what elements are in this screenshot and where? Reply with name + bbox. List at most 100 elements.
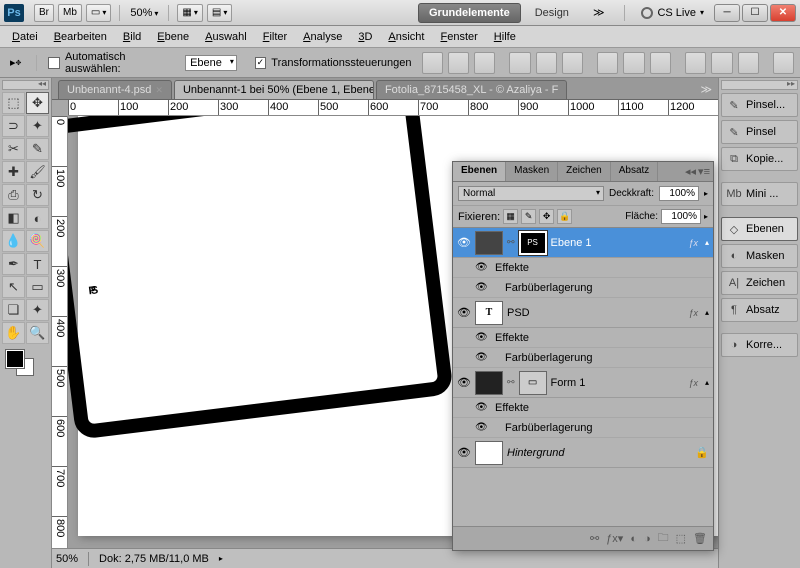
layer-row[interactable]: 👁⚯PSEbene 1ƒx▴ [453, 228, 713, 258]
tool-type[interactable]: T [26, 253, 49, 275]
panel-tab-zeichen[interactable]: Zeichen [558, 162, 611, 181]
doc-tab[interactable]: Unbenannt-4.psd✕ [58, 80, 172, 99]
delete-icon[interactable]: 🗑 [693, 532, 707, 545]
workspace-more[interactable]: ≫ [583, 3, 615, 22]
transform-checkbox[interactable]: ✓ [255, 57, 267, 69]
effects-row[interactable]: 👁Effekte [453, 398, 713, 418]
layer-row[interactable]: 👁TPSDƒx▴ [453, 298, 713, 328]
visibility-icon[interactable]: 👁 [475, 262, 489, 273]
tool-3dcam[interactable]: ✦ [26, 299, 49, 321]
current-tool-icon[interactable]: ▸✥ [6, 53, 25, 73]
tool-3d[interactable]: ❏ [2, 299, 25, 321]
menu-datei[interactable]: Datei [4, 29, 46, 45]
panel-btn-pinsel[interactable]: ✎Pinsel... [721, 93, 798, 117]
tool-gradient[interactable]: ◐ [26, 207, 49, 229]
panel-btn-ebenen[interactable]: ◇Ebenen [721, 217, 798, 241]
minimize-button[interactable]: ─ [714, 4, 740, 22]
menu-auswahl[interactable]: Auswahl [197, 29, 255, 45]
panel-tab-ebenen[interactable]: Ebenen [453, 162, 506, 181]
right-panel-collapse[interactable] [721, 80, 798, 90]
effect-item[interactable]: 👁Farbüberlagerung [453, 348, 713, 368]
tool-move[interactable]: ✥ [26, 92, 49, 114]
dist-btn-4[interactable] [685, 52, 706, 74]
menu-bearbeiten[interactable]: Bearbeiten [46, 29, 115, 45]
tool-stamp[interactable]: ⎙ [2, 184, 25, 206]
fx-icon[interactable]: ƒx▾ [606, 532, 623, 545]
visibility-icon[interactable]: 👁 [475, 332, 489, 343]
fx-badge[interactable]: ƒx [688, 378, 698, 388]
tool-path[interactable]: ↖ [2, 276, 25, 298]
cslive-btn[interactable]: CS Live ▾ [641, 7, 704, 19]
toolbox-collapse[interactable] [2, 80, 49, 90]
lock-position-icon[interactable]: ✥ [539, 209, 554, 224]
auto-align-btn[interactable] [773, 52, 794, 74]
panel-btn-mini[interactable]: MbMini ... [721, 182, 798, 206]
minibridge-btn[interactable]: Mb [58, 4, 82, 22]
workspace-active[interactable]: Grundelemente [418, 3, 521, 23]
tool-shape[interactable]: ▭ [26, 276, 49, 298]
menu-ebene[interactable]: Ebene [149, 29, 197, 45]
panel-btn-absatz[interactable]: ¶Absatz [721, 298, 798, 322]
tool-hand[interactable]: ✋ [2, 322, 25, 344]
tool-wand[interactable]: ✦ [26, 115, 49, 137]
layer-name[interactable]: Form 1 [551, 377, 685, 389]
status-doc[interactable]: Dok: 2,75 MB/11,0 MB [99, 553, 209, 565]
visibility-icon[interactable]: 👁 [475, 352, 489, 363]
panel-tab-masken[interactable]: Masken [506, 162, 558, 181]
tool-brush[interactable]: 🖌 [26, 161, 49, 183]
maximize-button[interactable]: ☐ [742, 4, 768, 22]
layer-row[interactable]: 👁Hintergrund🔒 [453, 438, 713, 468]
arrange-btn[interactable]: ▦ [177, 4, 202, 22]
tool-zoom[interactable]: 🔍 [26, 322, 49, 344]
foreground-swatch[interactable] [6, 350, 24, 368]
dist-btn-5[interactable] [711, 52, 732, 74]
color-swatches[interactable] [2, 350, 49, 382]
status-zoom[interactable]: 50% [56, 553, 78, 565]
tab-close-icon[interactable]: ✕ [155, 85, 163, 96]
visibility-icon[interactable]: 👁 [457, 376, 471, 389]
lock-all-icon[interactable]: 🔒 [557, 209, 572, 224]
layer-row[interactable]: 👁⚯▭Form 1ƒx▴ [453, 368, 713, 398]
lock-paint-icon[interactable]: ✎ [521, 209, 536, 224]
menu-hilfe[interactable]: Hilfe [486, 29, 524, 45]
fill-input[interactable]: 100% [661, 209, 701, 224]
align-btn-3[interactable] [474, 52, 495, 74]
bridge-btn[interactable]: Br [34, 4, 54, 22]
dist-btn-6[interactable] [738, 52, 759, 74]
fx-badge[interactable]: ƒx [688, 308, 698, 318]
panel-collapse-icon[interactable]: ◂◂ [685, 165, 696, 178]
dist-btn-1[interactable] [597, 52, 618, 74]
panel-menu-icon[interactable]: ▾≡ [698, 165, 710, 178]
align-btn-6[interactable] [562, 52, 583, 74]
new-layer-icon[interactable]: ⬚ [676, 532, 686, 545]
fx-badge[interactable]: ƒx [688, 238, 698, 248]
tool-history[interactable]: ↻ [26, 184, 49, 206]
tool-blur[interactable]: 💧 [2, 230, 25, 252]
tool-eyedropper[interactable]: ✎ [26, 138, 49, 160]
tool-lasso[interactable]: ⊃ [2, 115, 25, 137]
auto-select-checkbox[interactable] [48, 57, 60, 69]
doc-tab[interactable]: Fotolia_8715458_XL - © Azaliya - F [376, 80, 567, 99]
layer-name[interactable]: Hintergrund [507, 447, 691, 459]
tool-dodge[interactable]: 🍭 [26, 230, 49, 252]
link-layers-icon[interactable]: ⚯ [590, 532, 599, 545]
visibility-icon[interactable]: 👁 [457, 446, 471, 459]
lock-transparency-icon[interactable]: ▦ [503, 209, 518, 224]
visibility-icon[interactable]: 👁 [475, 282, 489, 293]
blend-mode-dropdown[interactable]: Normal [458, 186, 604, 201]
menu-bild[interactable]: Bild [115, 29, 149, 45]
align-btn-1[interactable] [422, 52, 443, 74]
align-btn-2[interactable] [448, 52, 469, 74]
visibility-icon[interactable]: 👁 [475, 402, 489, 413]
tool-pen[interactable]: ✒ [2, 253, 25, 275]
visibility-icon[interactable]: 👁 [475, 422, 489, 433]
screen-mode-btn[interactable]: ▭ [86, 4, 111, 22]
close-button[interactable]: ✕ [770, 4, 796, 22]
tabs-overflow[interactable]: ≫ [694, 80, 718, 99]
menu-filter[interactable]: Filter [255, 29, 295, 45]
menu-fenster[interactable]: Fenster [432, 29, 485, 45]
tool-heal[interactable]: ✚ [2, 161, 25, 183]
menu-3d[interactable]: 3D [350, 29, 380, 45]
panel-btn-zeichen[interactable]: A|Zeichen [721, 271, 798, 295]
menu-analyse[interactable]: Analyse [295, 29, 350, 45]
